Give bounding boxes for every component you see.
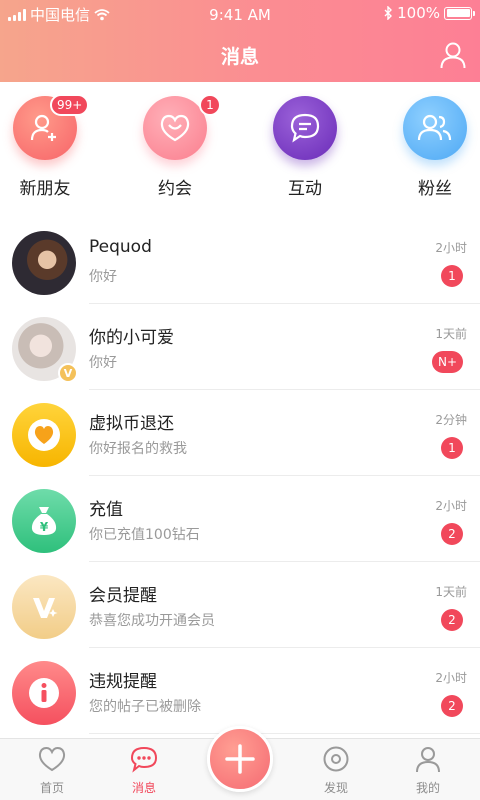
category-label: 互动 — [288, 179, 322, 199]
message-time: 2分钟 — [435, 413, 467, 427]
avatar — [12, 231, 76, 295]
unread-count: 2 — [441, 695, 463, 717]
message-title: 会员提醒 — [89, 586, 157, 606]
status-bar: 中国电信 9:41 AM 100% — [0, 0, 480, 28]
avatar: V — [12, 317, 78, 383]
message-preview: 您的帖子已被删除 — [89, 699, 201, 715]
vip-icon — [33, 598, 58, 618]
category-fans[interactable]: 粉丝 — [390, 96, 480, 199]
tab-label: 发现 — [323, 781, 348, 795]
category-new-friends[interactable]: 99+ 新朋友 — [0, 94, 90, 199]
unread-count: 1 — [441, 437, 463, 459]
add-friend-icon — [30, 114, 56, 141]
message-preview: 你好报名的救我 — [89, 441, 187, 457]
message-row[interactable]: 会员提醒 恭喜您成功开通会员 1天前 2 — [0, 562, 480, 648]
chat-bubble-icon — [290, 113, 320, 143]
category-icon-circle: 99+ — [13, 94, 90, 160]
category-label: 粉丝 — [418, 179, 452, 199]
tab-discover[interactable]: 发现 — [296, 745, 376, 796]
message-preview: 你好 — [89, 269, 117, 285]
message-title: 充值 — [89, 500, 123, 520]
category-label: 新朋友 — [19, 179, 71, 199]
unread-count: 2 — [441, 523, 463, 545]
vip-badge-icon: V — [58, 363, 78, 383]
user-icon — [416, 747, 440, 773]
message-time: 2小时 — [435, 241, 467, 255]
divider — [89, 733, 480, 734]
category-interaction[interactable]: 互动 — [260, 96, 350, 199]
svg-text:¥: ¥ — [40, 520, 49, 534]
unread-count: N+ — [431, 351, 463, 373]
battery-percent: 100% — [397, 4, 440, 22]
avatar — [12, 661, 76, 725]
category-label: 约会 — [158, 179, 192, 199]
message-row[interactable]: 违规提醒 您的帖子已被删除 2小时 2 — [0, 648, 480, 734]
avatar — [12, 575, 76, 639]
add-button[interactable] — [207, 726, 273, 792]
status-right: 100% — [384, 4, 475, 22]
avatar: ¥ — [12, 489, 76, 553]
battery-icon — [444, 6, 475, 20]
message-time: 2小时 — [435, 499, 467, 513]
tab-messages[interactable]: 消息 — [104, 745, 184, 796]
message-time: 2小时 — [435, 671, 467, 685]
info-icon — [29, 678, 59, 708]
category-icon-circle: 1 — [143, 94, 221, 160]
message-list: Pequod 你好 2小时 1 V 你的小可爱 你好 1天前 N+ 虚拟币退还 … — [0, 218, 480, 734]
bluetooth-icon — [384, 6, 393, 20]
category-badge: 1 — [199, 94, 221, 116]
heart-outline-icon — [38, 746, 66, 772]
message-title: Pequod — [89, 237, 152, 257]
category-row: 99+ 新朋友 1 约会 互动 粉丝 — [0, 82, 480, 212]
tab-label: 消息 — [131, 781, 156, 795]
heart-coin-icon — [28, 419, 60, 451]
users-icon — [417, 114, 452, 141]
plus-icon — [225, 744, 255, 774]
smile-heart-icon — [160, 114, 190, 142]
message-title: 违规提醒 — [89, 672, 157, 692]
avatar — [12, 403, 76, 467]
unread-count: 1 — [441, 265, 463, 287]
user-icon[interactable] — [438, 40, 468, 70]
message-row[interactable]: ¥ 充值 你已充值100钻石 2小时 2 — [0, 476, 480, 562]
unread-count: 2 — [441, 609, 463, 631]
page-title: 消息 — [220, 46, 259, 68]
category-icon-circle — [403, 96, 467, 160]
category-icon-circle — [273, 96, 337, 160]
message-preview: 你已充值100钻石 — [89, 527, 200, 543]
money-bag-icon: ¥ — [31, 507, 57, 535]
message-preview: 恭喜您成功开通会员 — [89, 613, 215, 629]
tab-home[interactable]: 首页 — [12, 745, 92, 796]
category-dating[interactable]: 1 约会 — [130, 94, 221, 199]
tab-label: 我的 — [415, 781, 440, 795]
tab-label: 首页 — [39, 781, 64, 795]
message-preview: 你好 — [89, 355, 117, 371]
message-time: 1天前 — [435, 327, 467, 341]
message-title: 虚拟币退还 — [89, 414, 174, 434]
tab-bar: 首页 消息 发现 我的 — [0, 726, 480, 800]
message-row[interactable]: Pequod 你好 2小时 1 — [0, 218, 480, 304]
tab-me[interactable]: 我的 — [388, 745, 468, 796]
message-row[interactable]: V 你的小可爱 你好 1天前 N+ — [0, 304, 480, 390]
message-row[interactable]: 虚拟币退还 你好报名的救我 2分钟 1 — [0, 390, 480, 476]
discover-icon — [323, 746, 349, 772]
header: 中国电信 9:41 AM 100% 消息 — [0, 0, 480, 82]
message-title: 你的小可爱 — [89, 328, 174, 348]
category-badge: 99+ — [50, 94, 90, 116]
message-time: 1天前 — [435, 585, 467, 599]
message-icon — [130, 746, 158, 773]
